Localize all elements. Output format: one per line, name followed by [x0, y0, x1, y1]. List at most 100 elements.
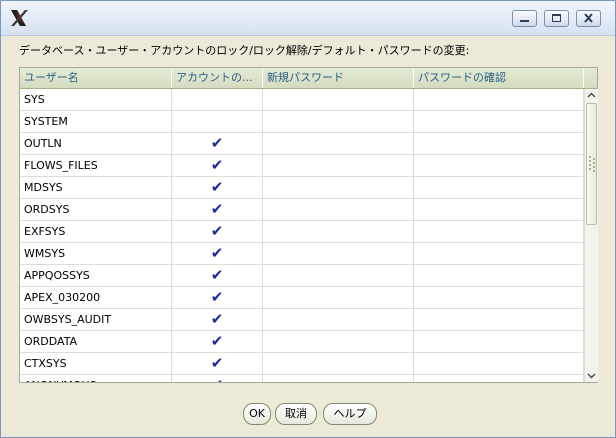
new-password-cell[interactable]: [263, 331, 414, 352]
checkmark-icon: ✔: [210, 288, 224, 306]
account-locked-cell[interactable]: ✔: [172, 155, 263, 176]
new-password-cell[interactable]: [263, 199, 414, 220]
scrollbar-thumb[interactable]: [586, 103, 597, 225]
title-bar[interactable]: [1, 1, 615, 36]
account-locked-cell[interactable]: ✔: [172, 265, 263, 286]
confirm-password-cell[interactable]: [414, 243, 584, 264]
account-locked-cell[interactable]: ✔: [172, 375, 263, 382]
username-cell: CTXSYS: [20, 353, 172, 374]
column-header-account-lock[interactable]: アカウントの...: [172, 68, 263, 88]
column-header-username[interactable]: ユーザー名: [20, 68, 172, 88]
confirm-password-cell[interactable]: [414, 265, 584, 286]
vertical-scrollbar[interactable]: [584, 89, 598, 382]
maximize-icon: [552, 14, 561, 22]
arrow-down-icon: [587, 373, 596, 379]
account-locked-cell[interactable]: [172, 89, 263, 110]
checkmark-icon: ✔: [210, 354, 224, 372]
account-locked-cell[interactable]: ✔: [172, 221, 263, 242]
username-cell: EXFSYS: [20, 221, 172, 242]
help-button[interactable]: ヘルプ: [323, 403, 377, 425]
minimize-button[interactable]: [512, 10, 537, 27]
new-password-cell[interactable]: [263, 243, 414, 264]
account-locked-cell[interactable]: ✔: [172, 133, 263, 154]
table-row[interactable]: SYSTEM: [20, 111, 584, 133]
username-cell: SYSTEM: [20, 111, 172, 132]
username-cell: APEX_030200: [20, 287, 172, 308]
confirm-password-cell[interactable]: [414, 111, 584, 132]
account-locked-cell[interactable]: ✔: [172, 177, 263, 198]
new-password-cell[interactable]: [263, 155, 414, 176]
confirm-password-cell[interactable]: [414, 221, 584, 242]
account-locked-cell[interactable]: ✔: [172, 287, 263, 308]
username-cell: MDSYS: [20, 177, 172, 198]
confirm-password-cell[interactable]: [414, 89, 584, 110]
table-row[interactable]: OWBSYS_AUDIT ✔: [20, 309, 584, 331]
close-button[interactable]: [576, 10, 601, 27]
username-cell: ORDSYS: [20, 199, 172, 220]
ok-button[interactable]: OK: [243, 403, 271, 425]
column-header-new-password[interactable]: 新規パスワード: [263, 68, 414, 88]
username-cell: FLOWS_FILES: [20, 155, 172, 176]
account-locked-cell[interactable]: [172, 111, 263, 132]
confirm-password-cell[interactable]: [414, 155, 584, 176]
table-row[interactable]: APPQOSSYS ✔: [20, 265, 584, 287]
x-logo-icon: [11, 10, 28, 26]
username-cell: APPQOSSYS: [20, 265, 172, 286]
username-cell: ORDDATA: [20, 331, 172, 352]
username-cell: ANONYMOUS: [20, 375, 172, 382]
user-accounts-table: ユーザー名 アカウントの... 新規パスワード パスワードの確認 SYS SYST…: [19, 67, 598, 383]
table-row[interactable]: ORDDATA ✔: [20, 331, 584, 353]
confirm-password-cell[interactable]: [414, 309, 584, 330]
username-cell: SYS: [20, 89, 172, 110]
table-header: ユーザー名 アカウントの... 新規パスワード パスワードの確認: [20, 68, 597, 89]
confirm-password-cell[interactable]: [414, 353, 584, 374]
arrow-up-icon: [587, 92, 596, 98]
confirm-password-cell[interactable]: [414, 331, 584, 352]
new-password-cell[interactable]: [263, 375, 414, 382]
close-icon: [584, 13, 593, 23]
table-row[interactable]: APEX_030200 ✔: [20, 287, 584, 309]
table-row[interactable]: WMSYS ✔: [20, 243, 584, 265]
account-locked-cell[interactable]: ✔: [172, 309, 263, 330]
checkmark-icon: ✔: [210, 266, 224, 284]
new-password-cell[interactable]: [263, 287, 414, 308]
table-row[interactable]: OUTLN ✔: [20, 133, 584, 155]
table-row[interactable]: EXFSYS ✔: [20, 221, 584, 243]
username-cell: WMSYS: [20, 243, 172, 264]
table-row[interactable]: CTXSYS ✔: [20, 353, 584, 375]
new-password-cell[interactable]: [263, 221, 414, 242]
table-row[interactable]: SYS: [20, 89, 584, 111]
confirm-password-cell[interactable]: [414, 375, 584, 382]
new-password-cell[interactable]: [263, 133, 414, 154]
new-password-cell[interactable]: [263, 89, 414, 110]
checkmark-icon: ✔: [210, 332, 224, 350]
table-body: SYS SYSTEM OUTLN ✔ FLOWS_FILES ✔ MDSYS ✔ ORDSYS ✔…: [20, 89, 584, 382]
table-row[interactable]: FLOWS_FILES ✔: [20, 155, 584, 177]
new-password-cell[interactable]: [263, 265, 414, 286]
maximize-button[interactable]: [544, 10, 569, 27]
confirm-password-cell[interactable]: [414, 177, 584, 198]
new-password-cell[interactable]: [263, 111, 414, 132]
new-password-cell[interactable]: [263, 353, 414, 374]
confirm-password-cell[interactable]: [414, 133, 584, 154]
table-row[interactable]: ORDSYS ✔: [20, 199, 584, 221]
checkmark-icon: ✔: [210, 200, 224, 218]
column-header-confirm-password[interactable]: パスワードの確認: [414, 68, 584, 88]
account-locked-cell[interactable]: ✔: [172, 199, 263, 220]
cancel-button[interactable]: 取消: [275, 403, 317, 425]
scroll-up-button[interactable]: [585, 89, 598, 102]
checkmark-icon: ✔: [211, 376, 224, 382]
checkmark-icon: ✔: [210, 222, 224, 240]
scroll-down-button[interactable]: [585, 369, 598, 382]
username-cell: OUTLN: [20, 133, 172, 154]
table-row[interactable]: ANONYMOUS ✔: [20, 375, 584, 382]
username-cell: OWBSYS_AUDIT: [20, 309, 172, 330]
table-row[interactable]: MDSYS ✔: [20, 177, 584, 199]
confirm-password-cell[interactable]: [414, 287, 584, 308]
account-locked-cell[interactable]: ✔: [172, 353, 263, 374]
new-password-cell[interactable]: [263, 177, 414, 198]
account-locked-cell[interactable]: ✔: [172, 331, 263, 352]
account-locked-cell[interactable]: ✔: [172, 243, 263, 264]
new-password-cell[interactable]: [263, 309, 414, 330]
confirm-password-cell[interactable]: [414, 199, 584, 220]
